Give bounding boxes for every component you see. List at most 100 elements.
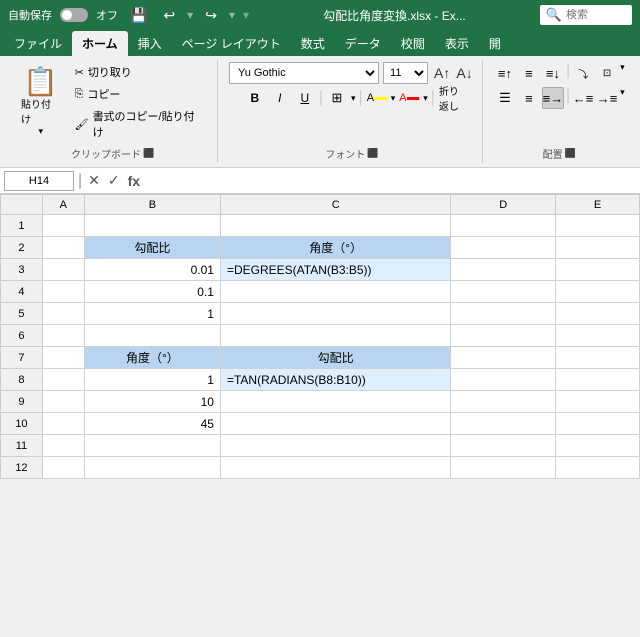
- tab-data[interactable]: データ: [335, 31, 391, 56]
- cell-B2[interactable]: 勾配比: [84, 237, 220, 259]
- align-more-icon[interactable]: ▾: [620, 87, 625, 109]
- cell-B8[interactable]: 1: [84, 369, 220, 391]
- cell-E4[interactable]: [556, 281, 640, 303]
- undo-button[interactable]: ↩: [159, 5, 179, 26]
- cell-B12[interactable]: [84, 457, 220, 479]
- cell-A12[interactable]: [42, 457, 84, 479]
- font-expand-icon[interactable]: ⬛: [367, 148, 378, 159]
- cell-C9[interactable]: [220, 391, 450, 413]
- cell-D2[interactable]: [451, 237, 556, 259]
- row-header-5[interactable]: 5: [1, 303, 43, 325]
- row-header-1[interactable]: 1: [1, 215, 43, 237]
- cell-D1[interactable]: [451, 215, 556, 237]
- cell-D10[interactable]: [451, 413, 556, 435]
- cell-A1[interactable]: [42, 215, 84, 237]
- cell-C11[interactable]: [220, 435, 450, 457]
- decrease-font-button[interactable]: A↓: [454, 65, 474, 81]
- align-middle-button[interactable]: ≡: [518, 62, 540, 84]
- cell-E12[interactable]: [556, 457, 640, 479]
- align-top-button[interactable]: ≡↑: [494, 62, 516, 84]
- cell-E2[interactable]: [556, 237, 640, 259]
- col-header-B[interactable]: B: [84, 195, 220, 215]
- format-painter-button[interactable]: 🖌 書式のコピー/貼り付け: [70, 106, 210, 142]
- col-header-D[interactable]: D: [451, 195, 556, 215]
- border-chevron[interactable]: ▾: [351, 93, 356, 104]
- col-header-C[interactable]: C: [220, 195, 450, 215]
- cell-B4[interactable]: 0.1: [84, 281, 220, 303]
- italic-button[interactable]: I: [269, 87, 291, 109]
- cell-A9[interactable]: [42, 391, 84, 413]
- font-family-select[interactable]: Yu Gothic: [229, 62, 379, 84]
- tab-page-layout[interactable]: ページ レイアウト: [172, 31, 291, 56]
- row-header-12[interactable]: 12: [1, 457, 43, 479]
- alignment-expand-icon[interactable]: ⬛: [565, 148, 576, 159]
- cell-B10[interactable]: 45: [84, 413, 220, 435]
- save-button[interactable]: 💾: [126, 5, 151, 26]
- cell-D3[interactable]: [451, 259, 556, 281]
- font-color-chevron[interactable]: ▾: [423, 93, 428, 104]
- cell-D4[interactable]: [451, 281, 556, 303]
- cell-C1[interactable]: [220, 215, 450, 237]
- cell-A11[interactable]: [42, 435, 84, 457]
- cell-A4[interactable]: [42, 281, 84, 303]
- cell-D7[interactable]: [451, 347, 556, 369]
- cell-C5[interactable]: [220, 303, 450, 325]
- cancel-formula-icon[interactable]: ✕: [86, 172, 102, 189]
- border-button[interactable]: ⊞: [326, 87, 348, 109]
- align-left-button[interactable]: ☰: [494, 87, 516, 109]
- row-header-3[interactable]: 3: [1, 259, 43, 281]
- cell-A5[interactable]: [42, 303, 84, 325]
- cell-E7[interactable]: [556, 347, 640, 369]
- cell-C12[interactable]: [220, 457, 450, 479]
- cell-A3[interactable]: [42, 259, 84, 281]
- cell-B3[interactable]: 0.01: [84, 259, 220, 281]
- cell-C10[interactable]: [220, 413, 450, 435]
- row-header-11[interactable]: 11: [1, 435, 43, 457]
- tab-more[interactable]: 開: [479, 31, 511, 56]
- decrease-indent-button[interactable]: ←≡: [572, 87, 594, 109]
- cell-E3[interactable]: [556, 259, 640, 281]
- col-header-E[interactable]: E: [556, 195, 640, 215]
- cell-D8[interactable]: [451, 369, 556, 391]
- autosave-toggle[interactable]: [60, 8, 88, 22]
- redo-button[interactable]: ↪: [201, 5, 221, 26]
- cell-B1[interactable]: [84, 215, 220, 237]
- cell-B9[interactable]: 10: [84, 391, 220, 413]
- merge-button[interactable]: ⊡: [596, 62, 618, 84]
- cut-button[interactable]: ✂ 切り取り: [70, 62, 210, 82]
- row-header-7[interactable]: 7: [1, 347, 43, 369]
- cell-C4[interactable]: [220, 281, 450, 303]
- cell-D12[interactable]: [451, 457, 556, 479]
- bold-button[interactable]: B: [244, 87, 266, 109]
- increase-indent-button[interactable]: →≡: [596, 87, 618, 109]
- corner-cell[interactable]: [1, 195, 43, 215]
- cell-E9[interactable]: [556, 391, 640, 413]
- tab-formulas[interactable]: 数式: [291, 31, 335, 56]
- row-header-10[interactable]: 10: [1, 413, 43, 435]
- merge-chevron[interactable]: ▾: [620, 62, 625, 84]
- cell-E1[interactable]: [556, 215, 640, 237]
- row-header-4[interactable]: 4: [1, 281, 43, 303]
- increase-font-button[interactable]: A↑: [432, 65, 452, 81]
- underline-button[interactable]: U: [294, 87, 316, 109]
- row-header-9[interactable]: 9: [1, 391, 43, 413]
- cell-C3[interactable]: =DEGREES(ATAN(B3:B5)): [220, 259, 450, 281]
- cell-E5[interactable]: [556, 303, 640, 325]
- cell-B7[interactable]: 角度（°）: [84, 347, 220, 369]
- row-header-2[interactable]: 2: [1, 237, 43, 259]
- align-center-button[interactable]: ≡: [518, 87, 540, 109]
- tab-review[interactable]: 校閲: [391, 31, 435, 56]
- cell-E8[interactable]: [556, 369, 640, 391]
- cell-E11[interactable]: [556, 435, 640, 457]
- cell-A7[interactable]: [42, 347, 84, 369]
- font-size-select[interactable]: 11: [383, 62, 428, 84]
- copy-button[interactable]: ⎘ コピー: [70, 84, 210, 104]
- tab-view[interactable]: 表示: [435, 31, 479, 56]
- cell-C6[interactable]: [220, 325, 450, 347]
- row-header-8[interactable]: 8: [1, 369, 43, 391]
- cell-A6[interactable]: [42, 325, 84, 347]
- cell-C7[interactable]: 勾配比: [220, 347, 450, 369]
- formula-input[interactable]: [146, 171, 636, 191]
- confirm-formula-icon[interactable]: ✓: [106, 172, 122, 189]
- row-header-6[interactable]: 6: [1, 325, 43, 347]
